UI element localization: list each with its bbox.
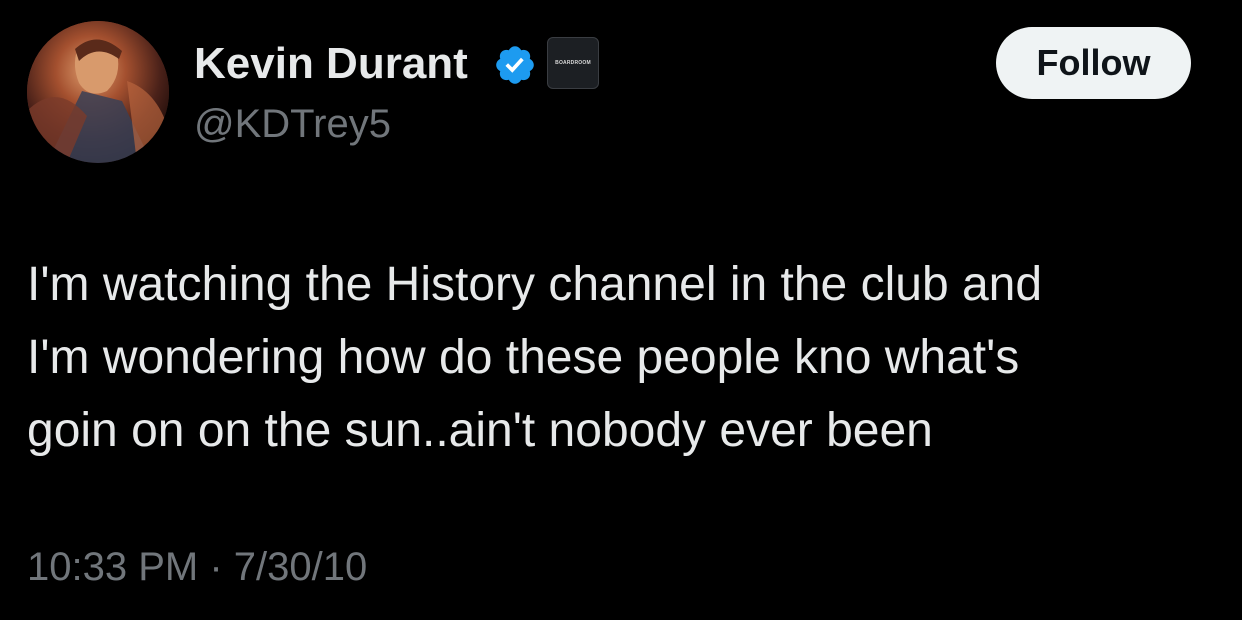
affiliate-badge[interactable]: BOARDROOM <box>547 37 599 89</box>
tweet-text-line: I'm wondering how do these people kno wh… <box>27 331 1020 384</box>
tweet-text-line: goin on on the sun..ain't nobody ever be… <box>27 404 933 457</box>
tweet-date: 7/30/10 <box>233 545 368 589</box>
tweet-card: Kevin Durant BOARDROOM @KDTrey5 Follow I… <box>0 0 1242 620</box>
author-handle[interactable]: @KDTrey5 <box>194 100 391 148</box>
avatar[interactable] <box>27 21 169 163</box>
tweet-text-line: I'm watching the History channel in the … <box>27 258 1043 311</box>
tweet-text: I'm watching the History channel in the … <box>27 248 1217 467</box>
avatar-image <box>27 21 169 163</box>
timestamp-separator: · <box>209 545 223 589</box>
follow-button[interactable]: Follow <box>996 27 1191 99</box>
author-display-name[interactable]: Kevin Durant <box>194 38 468 90</box>
tweet-time: 10:33 PM <box>27 545 199 589</box>
verified-badge-icon[interactable] <box>493 43 537 87</box>
tweet-timestamp[interactable]: 10:33 PM · 7/30/10 <box>27 542 367 592</box>
affiliate-badge-label: BOARDROOM <box>555 60 591 66</box>
